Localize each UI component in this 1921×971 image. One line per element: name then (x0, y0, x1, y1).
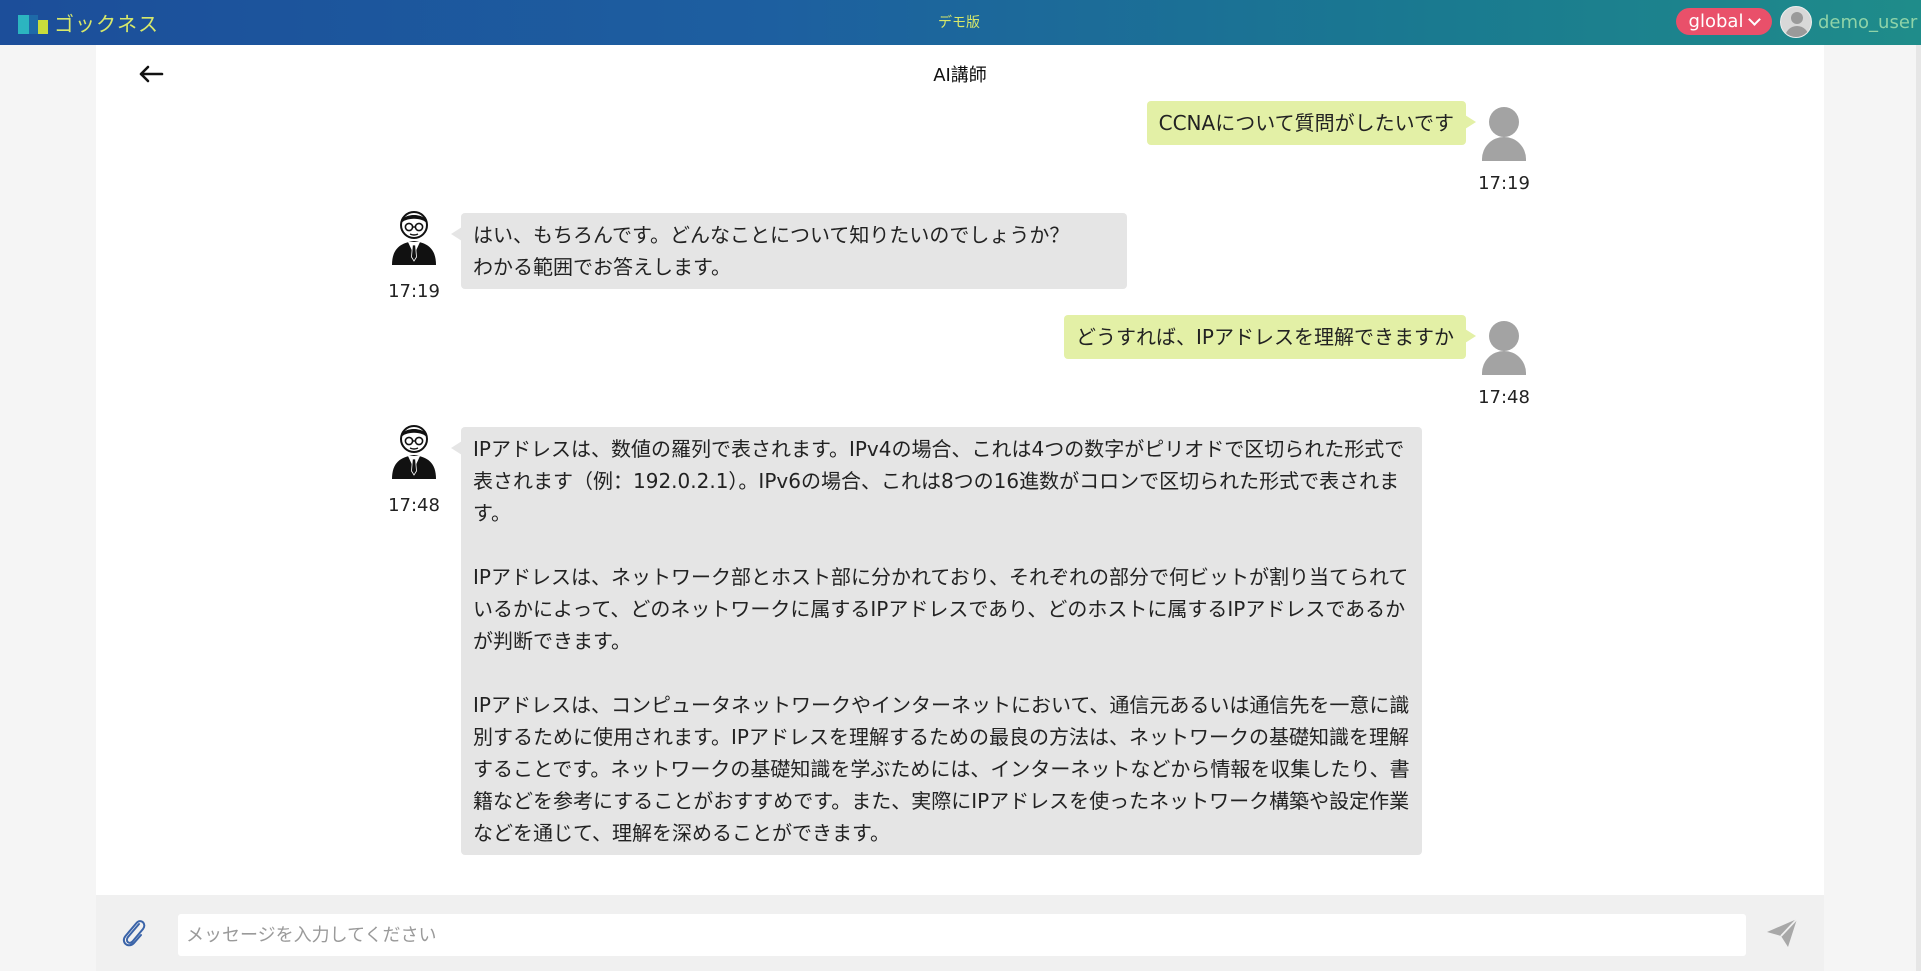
bot-message-text: はい、もちろんです。どんなことについて知りたいのでしょうか？ わかる範囲でお答え… (473, 223, 1070, 279)
app-logo[interactable]: ゴックネス (18, 9, 159, 36)
message-timestamp: 17:48 (388, 495, 440, 516)
teacher-avatar-icon (392, 425, 436, 479)
username: demo_user (1818, 11, 1918, 33)
bot-message-bubble: はい、もちろんです。どんなことについて知りたいのでしょうか？ わかる範囲でお答え… (451, 213, 1127, 289)
chevron-down-icon (1748, 13, 1762, 26)
teacher-avatar-icon (392, 211, 436, 265)
message-input[interactable] (178, 914, 1746, 956)
demo-version-label: デモ版 (938, 15, 980, 31)
bot-message-paragraph: IPアドレスは、ネットワーク部とホスト部に分かれており、それぞれの部分で何ビット… (473, 565, 1409, 653)
scope-dropdown-button[interactable]: global (1676, 8, 1772, 35)
bot-message-paragraph: IPアドレスは、コンピュータネットワークやインターネットにおいて、通信元あるいは… (473, 693, 1410, 845)
user-avatar-icon (1780, 6, 1812, 38)
logo-text: ゴックネス (54, 12, 159, 36)
user-avatar-icon (1482, 107, 1526, 163)
chat-panel: AI講師 CCNAについて質問がしたいです 17:19 17:19 はい、もちろ… (96, 45, 1824, 895)
top-navigation-bar: ゴックネス デモ版 global demo_user (0, 0, 1921, 45)
message-timestamp: 17:19 (388, 281, 440, 302)
logo-icon (18, 12, 48, 34)
user-avatar-icon (1482, 321, 1526, 377)
send-icon[interactable] (1764, 915, 1800, 951)
user-message-bubble: どうすれば、IPアドレスを理解できますか (1064, 315, 1476, 359)
bot-message-paragraph: IPアドレスは、数値の羅列で表されます。IPv4の場合、これは4つの数字がピリオ… (473, 437, 1405, 525)
message-composer (96, 895, 1824, 971)
user-message-bubble: CCNAについて質問がしたいです (1146, 101, 1477, 145)
page-scrollbar[interactable] (1916, 45, 1921, 971)
message-timestamp: 17:19 (1478, 173, 1530, 194)
user-menu[interactable]: demo_user (1780, 4, 1917, 40)
chat-title: AI講師 (933, 65, 987, 86)
paperclip-icon[interactable] (118, 915, 150, 951)
scope-label: global (1688, 11, 1744, 32)
bot-message-bubble: IPアドレスは、数値の羅列で表されます。IPv4の場合、これは4つの数字がピリオ… (451, 427, 1422, 855)
message-timestamp: 17:48 (1478, 387, 1530, 408)
